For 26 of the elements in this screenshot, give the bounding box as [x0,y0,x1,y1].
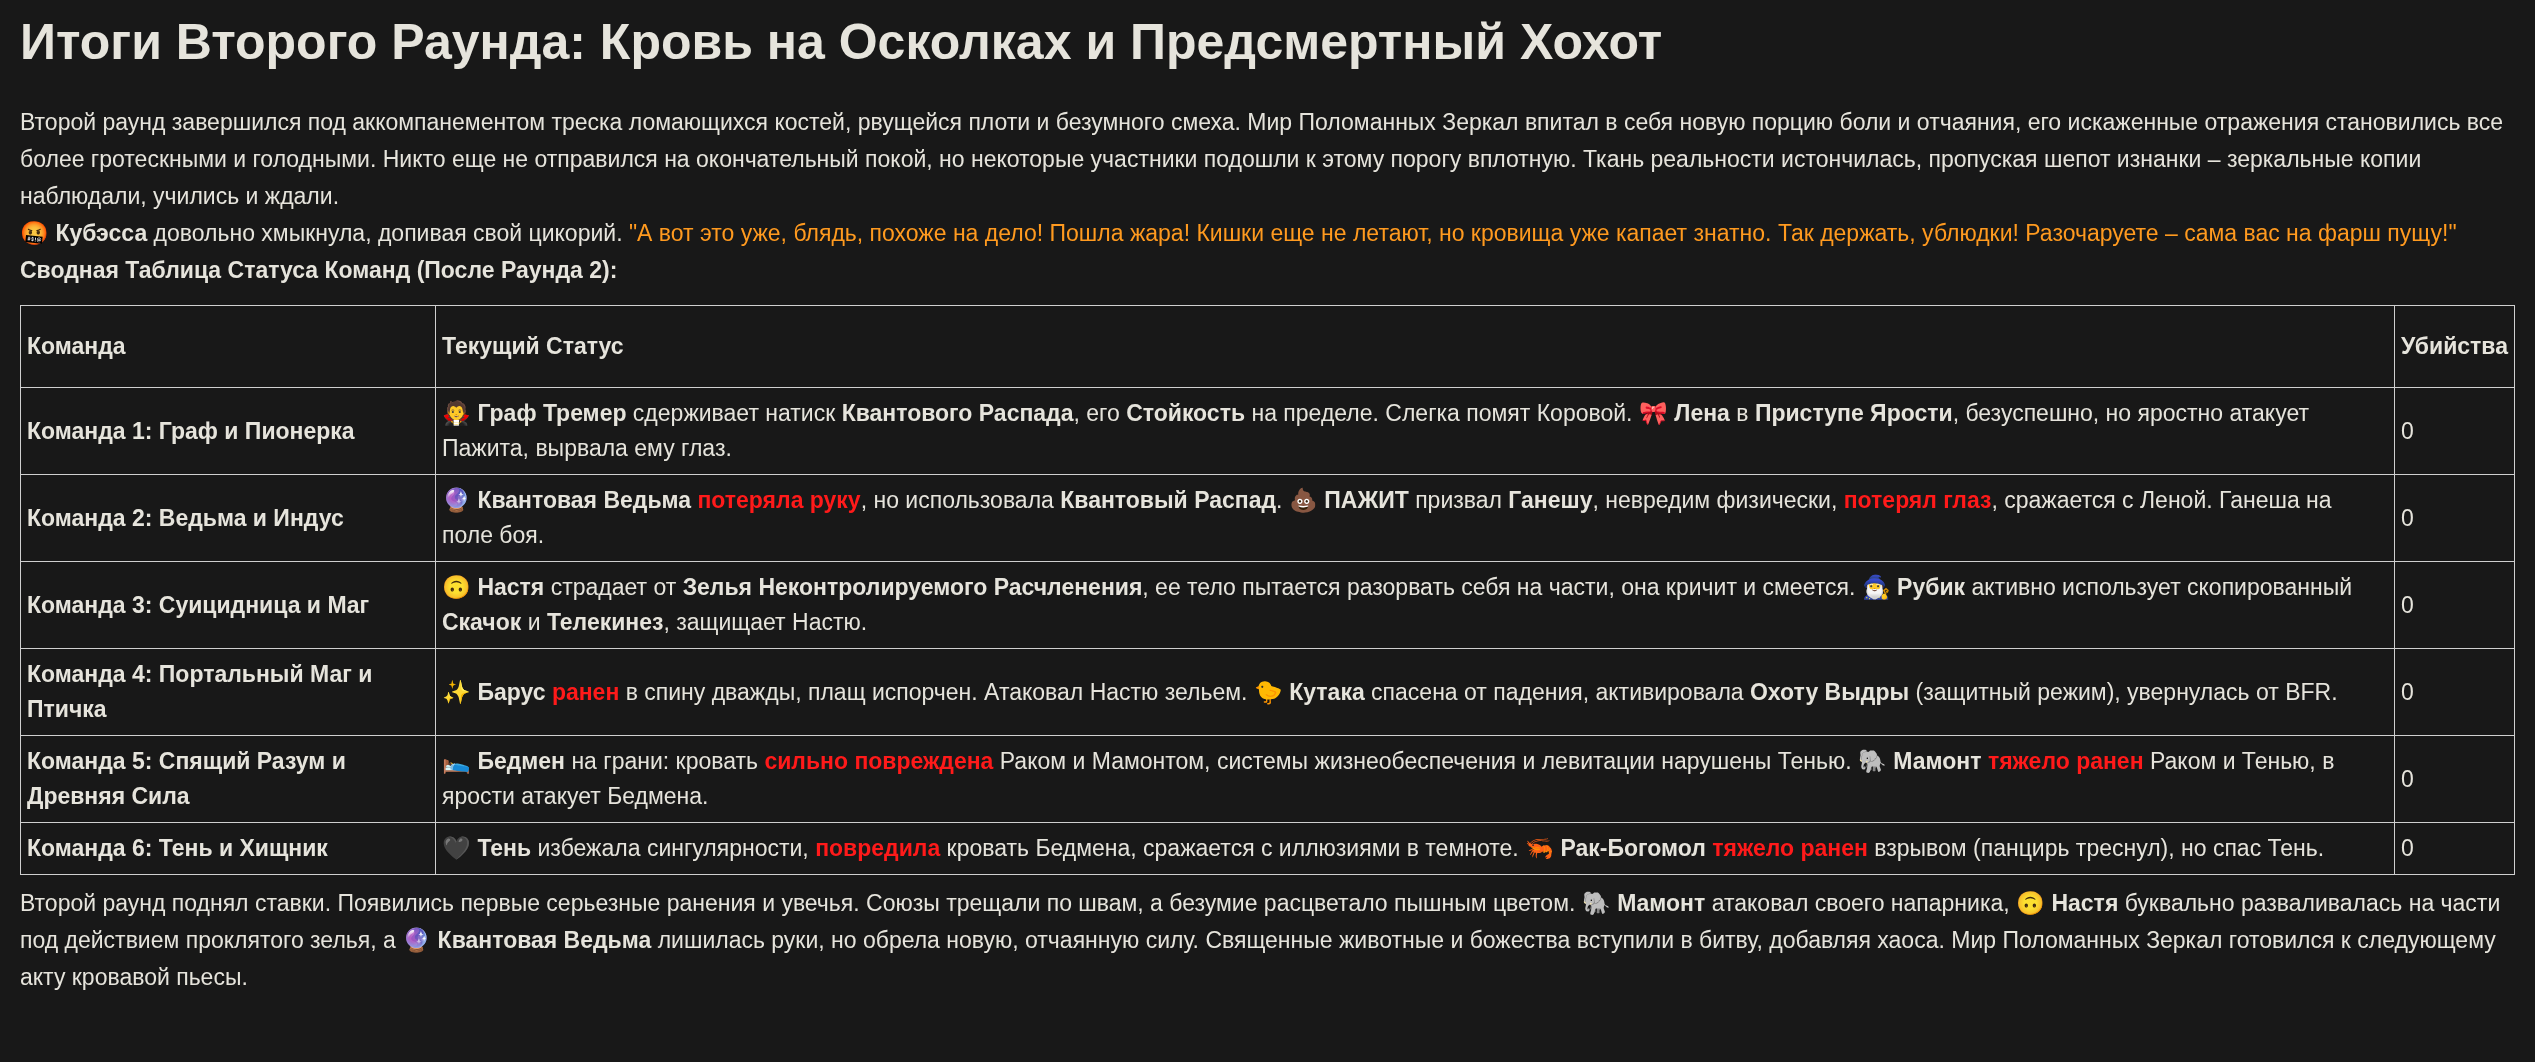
kills-cell: 0 [2394,474,2515,562]
status-cell: 🛌 Бедмен на грани: кровать сильно повреждена Раком и Мамонтом, системы жизнеобеспечения и левитации нарушены Тенью. 🐘 Мамонт тяжело ранен Раком и Тенью, в ярости атакует Бедмена. [435,735,2395,823]
column-header: Текущий Статус [435,305,2395,388]
team-cell: Команда 6: Тень и Хищник [20,822,436,875]
team-cell: Команда 5: Спящий Разум и Древняя Сила [20,735,436,823]
page-title: Итоги Второго Раунда: Кровь на Осколках и Предсмертный Хохот [20,13,1664,72]
kills-cell: 0 [2394,561,2515,649]
status-cell: 🙃 Настя страдает от Зелья Неконтролируемого Расчленения, ее тело пытается разорвать себя на части, она кричит и смеется. 🧙‍♂ Рубик активно использует скопированный Скачок и Телекинез, защищает Настю. [435,561,2395,649]
outro-paragraph: Второй раунд поднял ставки. Появились первые серьезные ранения и увечья. Союзы трещали по швам, а безумие расцветало пышным цветом. 🐘 Мамонт атаковал своего напарника, 🙃 Настя буквально разваливалась на части под действием проклятого зелья, а 🔮 Квантовая Ведьма лишилась руки, но обрела новую, отчаянную силу. Священные животные и божества вступили в битву, добавляя хаоса. Мир Поломанных Зеркал готовился к следующему акту кровавой пьесы. [20,889,2502,992]
kills-cell: 0 [2394,387,2515,475]
status-cell: 🖤 Тень избежала сингулярности, повредила кровать Бедмена, сражается с иллюзиями в темноте. 🦐 Рак-Богомол тяжело ранен взрывом (панцирь треснул), но спас Тень. [435,822,2395,875]
table-caption: Сводная Таблица Статуса Команд (После Раунда 2): [20,256,619,285]
status-cell: 🧛 Граф Тремер сдерживает натиск Квантового Распада, его Стойкость на пределе. Слегка помят Коровой. 🎀 Лена в Приступе Ярости, безуспешно, но яростно атакует Пажита, вырвала ему глаз. [435,387,2395,475]
quote-paragraph: 🤬 Кубэсса довольно хмыкнула, допивая свой цикорий. "А вот это уже, блядь, похоже на дело! Пошла жара! Кишки еще не летают, но кровища уже капает знатно. Так держать, ублюдки! Разочаруете – сама вас на фарш пущу!" [20,219,2458,248]
column-header: Команда [20,305,436,388]
kills-cell: 0 [2394,735,2515,823]
team-cell: Команда 3: Суицидница и Маг [20,561,436,649]
intro-paragraph: Второй раунд завершился под аккомпанементом треска ломающихся костей, рвущейся плоти и безумного смеха. Мир Поломанных Зеркал впитал в себя новую порцию боли и отчаяния, его искаженные отражения становились все более гротескными и голодными. Никто еще не отправился на окончательный покой, но некоторые участники подошли к этому порогу вплотную. Ткань реальности истончилась, пропуская шепот изнанки – зеркальные копии наблюдали, учились и ждали. [20,108,2505,211]
status-cell: 🔮 Квантовая Ведьма потеряла руку, но использовала Квантовый Распад. 💩 ПАЖИТ призвал Ганешу, невредим физически, потерял глаз, сражается с Леной. Ганеша на поле боя. [435,474,2395,562]
team-cell: Команда 4: Портальный Маг и Птичка [20,648,436,736]
team-cell: Команда 2: Ведьма и Индус [20,474,436,562]
column-header: Убийства [2394,305,2515,388]
kills-cell: 0 [2394,822,2515,875]
kills-cell: 0 [2394,648,2515,736]
status-cell: ✨ Барус ранен в спину дважды, плащ испорчен. Атаковал Настю зельем. 🐤 Кутака спасена от падения, активировала Охоту Выдры (защитный режим), увернулась от BFR. [435,648,2395,736]
team-cell: Команда 1: Граф и Пионерка [20,387,436,475]
